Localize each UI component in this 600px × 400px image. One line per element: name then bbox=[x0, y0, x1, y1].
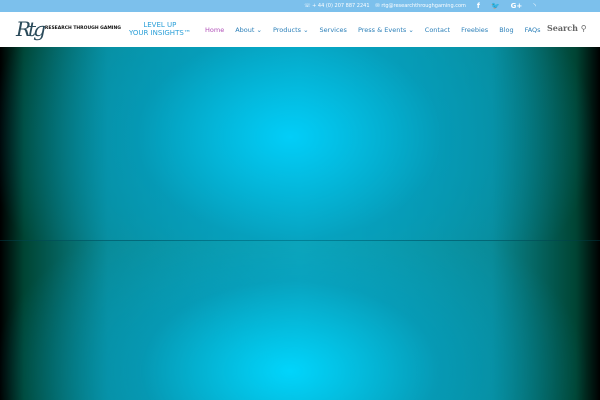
menu-about[interactable]: About ⌄ bbox=[235, 26, 262, 34]
menu-services[interactable]: Services bbox=[320, 26, 347, 34]
logo[interactable]: Rtg RESEARCH THROUGH GAMING LEVEL UP YOUR… bbox=[16, 17, 191, 41]
rss-icon[interactable]: ◝ bbox=[533, 2, 536, 10]
facebook-icon[interactable]: f bbox=[477, 2, 480, 10]
menu-products[interactable]: Products ⌄ bbox=[273, 26, 309, 34]
phone-link[interactable]: ☏ + 44 (0) 207 887 2241 bbox=[304, 3, 369, 9]
email-link[interactable]: ✉ rtg@researchthroughgaming.com bbox=[376, 3, 466, 9]
logo-words: RESEARCH THROUGH GAMING bbox=[44, 26, 121, 32]
main-header: Rtg RESEARCH THROUGH GAMING LEVEL UP YOUR… bbox=[0, 12, 600, 47]
menu-contact[interactable]: Contact bbox=[425, 26, 450, 34]
phone-text: + 44 (0) 207 887 2241 bbox=[312, 3, 370, 9]
search-button[interactable]: Search ⚲ bbox=[547, 23, 587, 33]
top-bar: ☏ + 44 (0) 207 887 2241 ✉ rtg@researchth… bbox=[0, 0, 600, 12]
menu-faqs[interactable]: FAQs bbox=[525, 26, 541, 34]
menu-home[interactable]: Home bbox=[205, 26, 224, 34]
menu-press-events[interactable]: Press & Events ⌄ bbox=[358, 26, 414, 34]
search-label: Search bbox=[547, 23, 578, 33]
menu-blog[interactable]: Blog bbox=[499, 26, 513, 34]
logo-tagline: LEVEL UP YOUR INSIGHTS™ bbox=[128, 21, 191, 37]
menu-freebies[interactable]: Freebies bbox=[461, 26, 488, 34]
hero-floor bbox=[0, 240, 600, 400]
google-plus-icon[interactable]: G+ bbox=[511, 2, 523, 10]
main-menu: Home About ⌄ Products ⌄ Services Press &… bbox=[205, 12, 552, 47]
logo-mark: Rtg bbox=[16, 17, 46, 41]
hero-background bbox=[0, 47, 600, 400]
email-text: rtg@researchthroughgaming.com bbox=[381, 3, 466, 9]
twitter-icon[interactable]: 🐦 bbox=[491, 2, 500, 10]
search-icon: ⚲ bbox=[580, 24, 587, 33]
